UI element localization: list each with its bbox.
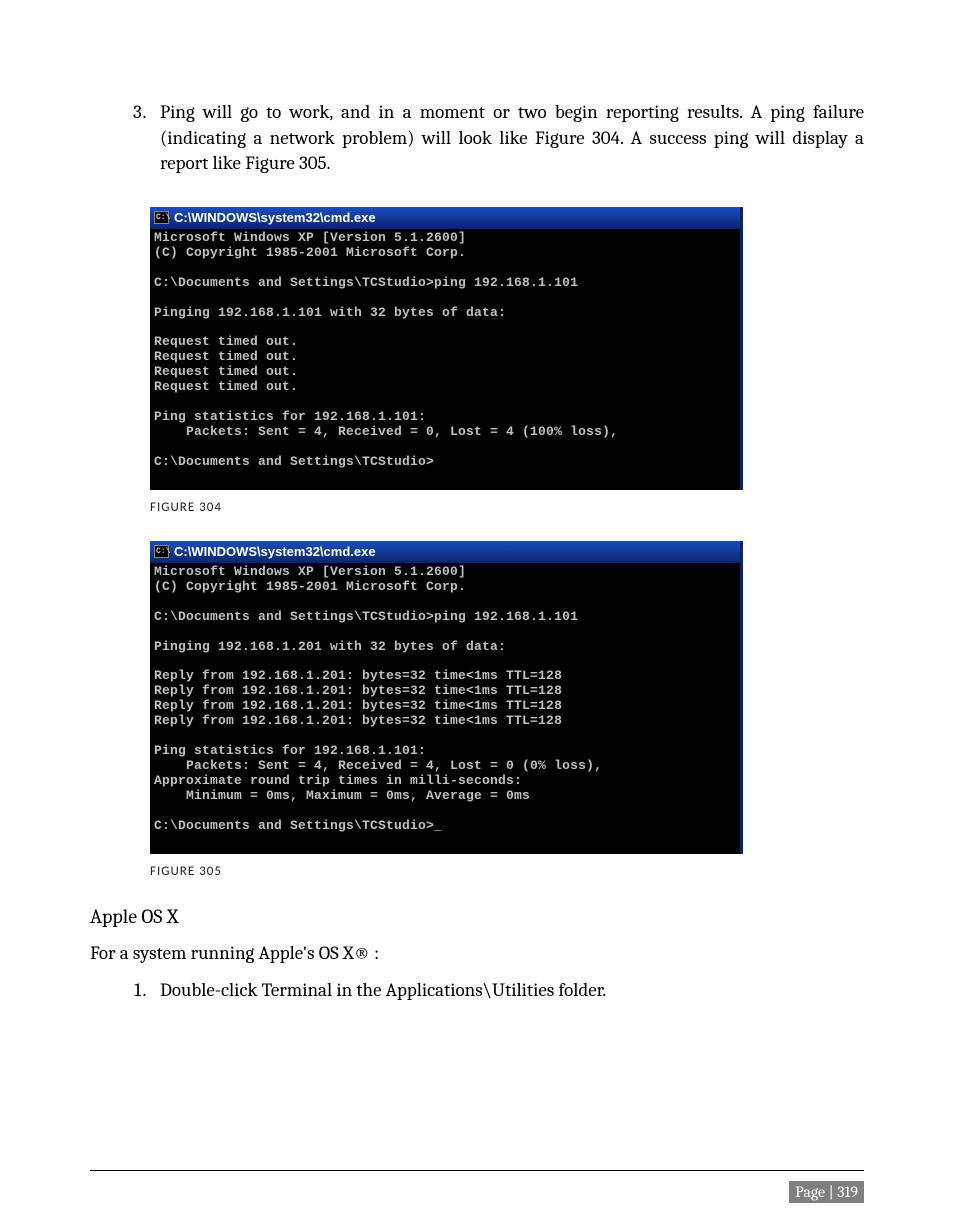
figure-304-caption: FIGURE 304: [150, 500, 864, 515]
cmd-icon: C:\: [154, 545, 169, 558]
cmd-title-text: C:\WINDOWS\system32\cmd.exe: [174, 210, 376, 225]
ordered-list-main: Ping will go to work, and in a moment or…: [90, 100, 864, 177]
page-number-badge: Page | 319: [789, 1181, 864, 1203]
document-page: Ping will go to work, and in a moment or…: [0, 0, 954, 1227]
cmd-output-success: Microsoft Windows XP [Version 5.1.2600] …: [150, 563, 740, 854]
apple-osx-heading: Apple OS X: [90, 905, 864, 928]
cmd-window-failure: C:\ C:\WINDOWS\system32\cmd.exe Microsof…: [150, 207, 743, 490]
cmd-icon: C:\: [154, 211, 169, 224]
cmd-window-success: C:\ C:\WINDOWS\system32\cmd.exe Microsof…: [150, 541, 743, 854]
list-item-apple-step-1: Double-click Terminal in the Application…: [150, 978, 864, 1004]
step-3-text: Ping will go to work, and in a moment or…: [160, 101, 864, 174]
cmd-titlebar: C:\ C:\WINDOWS\system32\cmd.exe: [150, 207, 740, 229]
figure-305-caption: FIGURE 305: [150, 864, 864, 879]
apple-step-1-text: Double-click Terminal in the Application…: [160, 979, 606, 1001]
cmd-output-failure: Microsoft Windows XP [Version 5.1.2600] …: [150, 229, 740, 490]
footer-divider: [90, 1170, 864, 1171]
apple-intro-text: For a system running Apple's OS X® :: [90, 942, 864, 964]
cmd-title-text: C:\WINDOWS\system32\cmd.exe: [174, 544, 376, 559]
list-item-step-3: Ping will go to work, and in a moment or…: [150, 100, 864, 177]
cmd-titlebar: C:\ C:\WINDOWS\system32\cmd.exe: [150, 541, 740, 563]
ordered-list-apple: Double-click Terminal in the Application…: [90, 978, 864, 1004]
